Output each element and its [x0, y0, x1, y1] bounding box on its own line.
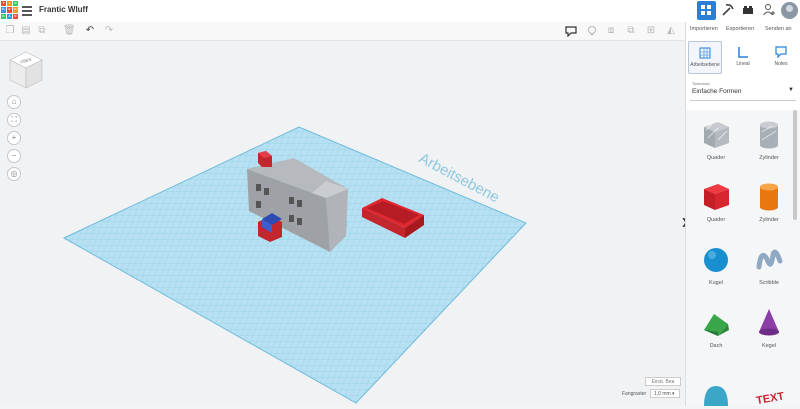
edit-toolbar: ❐ ▤ ⧉ 🗑 ↶ ↷ ⧈ ⧉ ⊞ ◭ — [0, 22, 685, 41]
shape-box-hole[interactable]: Quader — [694, 118, 738, 161]
view-cube[interactable]: OBEN — [8, 50, 44, 90]
copy-icon[interactable]: ❐ — [4, 25, 16, 37]
avatar[interactable] — [781, 2, 798, 19]
shape-cone[interactable]: Kegel — [747, 306, 791, 349]
comment-icon[interactable] — [565, 25, 577, 38]
shape-label: Zylinder — [759, 217, 779, 223]
panel-scrollbar[interactable] — [793, 110, 797, 220]
notes-icon — [775, 46, 787, 59]
workplane-viewport[interactable]: Arbeitsebene OBEN ⌂ ⛶ + − ◎ — [0, 41, 685, 406]
light-bulb-icon[interactable] — [586, 25, 598, 37]
shape-label: Kegel — [761, 343, 777, 349]
shape-cylinder-hole[interactable]: Zylinder — [747, 118, 791, 161]
home-view-icon[interactable]: ⌂ — [7, 95, 21, 109]
shape-label: Scribble — [759, 280, 779, 286]
library-value: Einfache Formen — [692, 88, 742, 95]
logo-tile: A — [7, 13, 12, 19]
shape-roof[interactable]: Dach — [694, 306, 738, 349]
perspective-icon[interactable]: ◎ — [7, 167, 21, 181]
delete-icon[interactable]: 🗑 — [63, 25, 76, 37]
zoom-in-icon[interactable]: + — [7, 131, 21, 145]
send-to-button[interactable]: Senden an — [765, 26, 792, 32]
paste-icon[interactable]: ▤ — [20, 25, 32, 37]
logo-tile: D — [13, 13, 18, 19]
shape-label: Kugel — [708, 280, 724, 286]
shape-text[interactable]: TEXT — [747, 372, 791, 409]
shape-label: Quader — [706, 217, 726, 223]
group-icon[interactable]: ⧈ — [605, 25, 617, 37]
workplane-icon — [699, 47, 711, 59]
mirror-icon[interactable]: ◭ — [665, 25, 677, 37]
shape-gallery: Quader Zylinder Quader Zylinder Kugel Sc… — [686, 110, 800, 406]
tab-ruler[interactable]: Lineal — [726, 41, 760, 74]
pickaxe-icon[interactable] — [720, 3, 736, 19]
shape-half-cylinder[interactable] — [694, 372, 738, 409]
snap-grid-label: Fangraster — [622, 391, 647, 397]
grid-view-icon[interactable] — [697, 1, 716, 20]
logo-tile: K — [1, 7, 6, 13]
shape-scribble[interactable]: Scribble — [747, 243, 791, 286]
tab-workplane-label: Arbeitsebene — [690, 62, 720, 68]
workplane-scene[interactable]: Arbeitsebene — [0, 41, 685, 406]
shape-sphere[interactable]: Kugel — [694, 243, 738, 286]
shape-label: Dach — [709, 343, 723, 349]
menu-icon[interactable] — [22, 4, 32, 16]
right-panel: Importieren Exportieren Senden an Arbeit… — [685, 22, 800, 406]
tab-notes[interactable]: Notes — [764, 41, 798, 74]
ruler-icon — [738, 47, 748, 58]
bricks-icon[interactable] — [740, 3, 756, 19]
library-label: Tinkercad — [692, 81, 710, 86]
svg-text:TEXT: TEXT — [755, 390, 785, 406]
logo-tile: R — [13, 7, 18, 13]
snap-grid-select[interactable]: 1,0 mm ▾ — [650, 389, 680, 398]
chevron-down-icon: ▼ — [788, 87, 794, 93]
shape-cylinder[interactable]: Zylinder — [747, 180, 791, 223]
align-icon[interactable]: ⊞ — [645, 25, 657, 37]
duplicate-icon[interactable]: ⧉ — [36, 25, 48, 37]
import-button[interactable]: Importieren — [690, 26, 718, 32]
logo-tile: T — [1, 1, 6, 7]
logo-tile: C — [1, 13, 6, 19]
top-bar: TIN KER CAD Frantic Wluff — [0, 0, 800, 23]
tab-notes-label: Notes — [774, 61, 788, 67]
fit-view-icon[interactable]: ⛶ — [7, 113, 21, 127]
shape-box[interactable]: Quader — [694, 180, 738, 223]
shape-label: Zylinder — [759, 155, 779, 161]
tinkercad-logo[interactable]: TIN KER CAD — [1, 1, 18, 19]
edit-grid-button[interactable]: Einst. Bea — [645, 377, 681, 386]
logo-tile: E — [7, 7, 12, 13]
design-title[interactable]: Frantic Wluff — [39, 5, 88, 14]
redo-icon[interactable]: ↷ — [103, 25, 115, 37]
snap-grid-value: 1,0 mm — [654, 391, 671, 397]
shape-label: Quader — [706, 155, 726, 161]
export-button[interactable]: Exportieren — [726, 26, 754, 32]
tab-ruler-label: Lineal — [736, 61, 750, 67]
undo-icon[interactable]: ↶ — [84, 25, 96, 37]
tab-workplane[interactable]: Arbeitsebene — [688, 41, 722, 74]
ungroup-icon[interactable]: ⧉ — [625, 25, 637, 37]
logo-tile: I — [7, 1, 12, 7]
shape-library-dropdown[interactable]: Tinkercad Einfache Formen ▼ — [690, 80, 796, 101]
logo-tile: N — [13, 1, 18, 7]
add-user-icon[interactable] — [761, 3, 777, 19]
zoom-out-icon[interactable]: − — [7, 149, 21, 163]
